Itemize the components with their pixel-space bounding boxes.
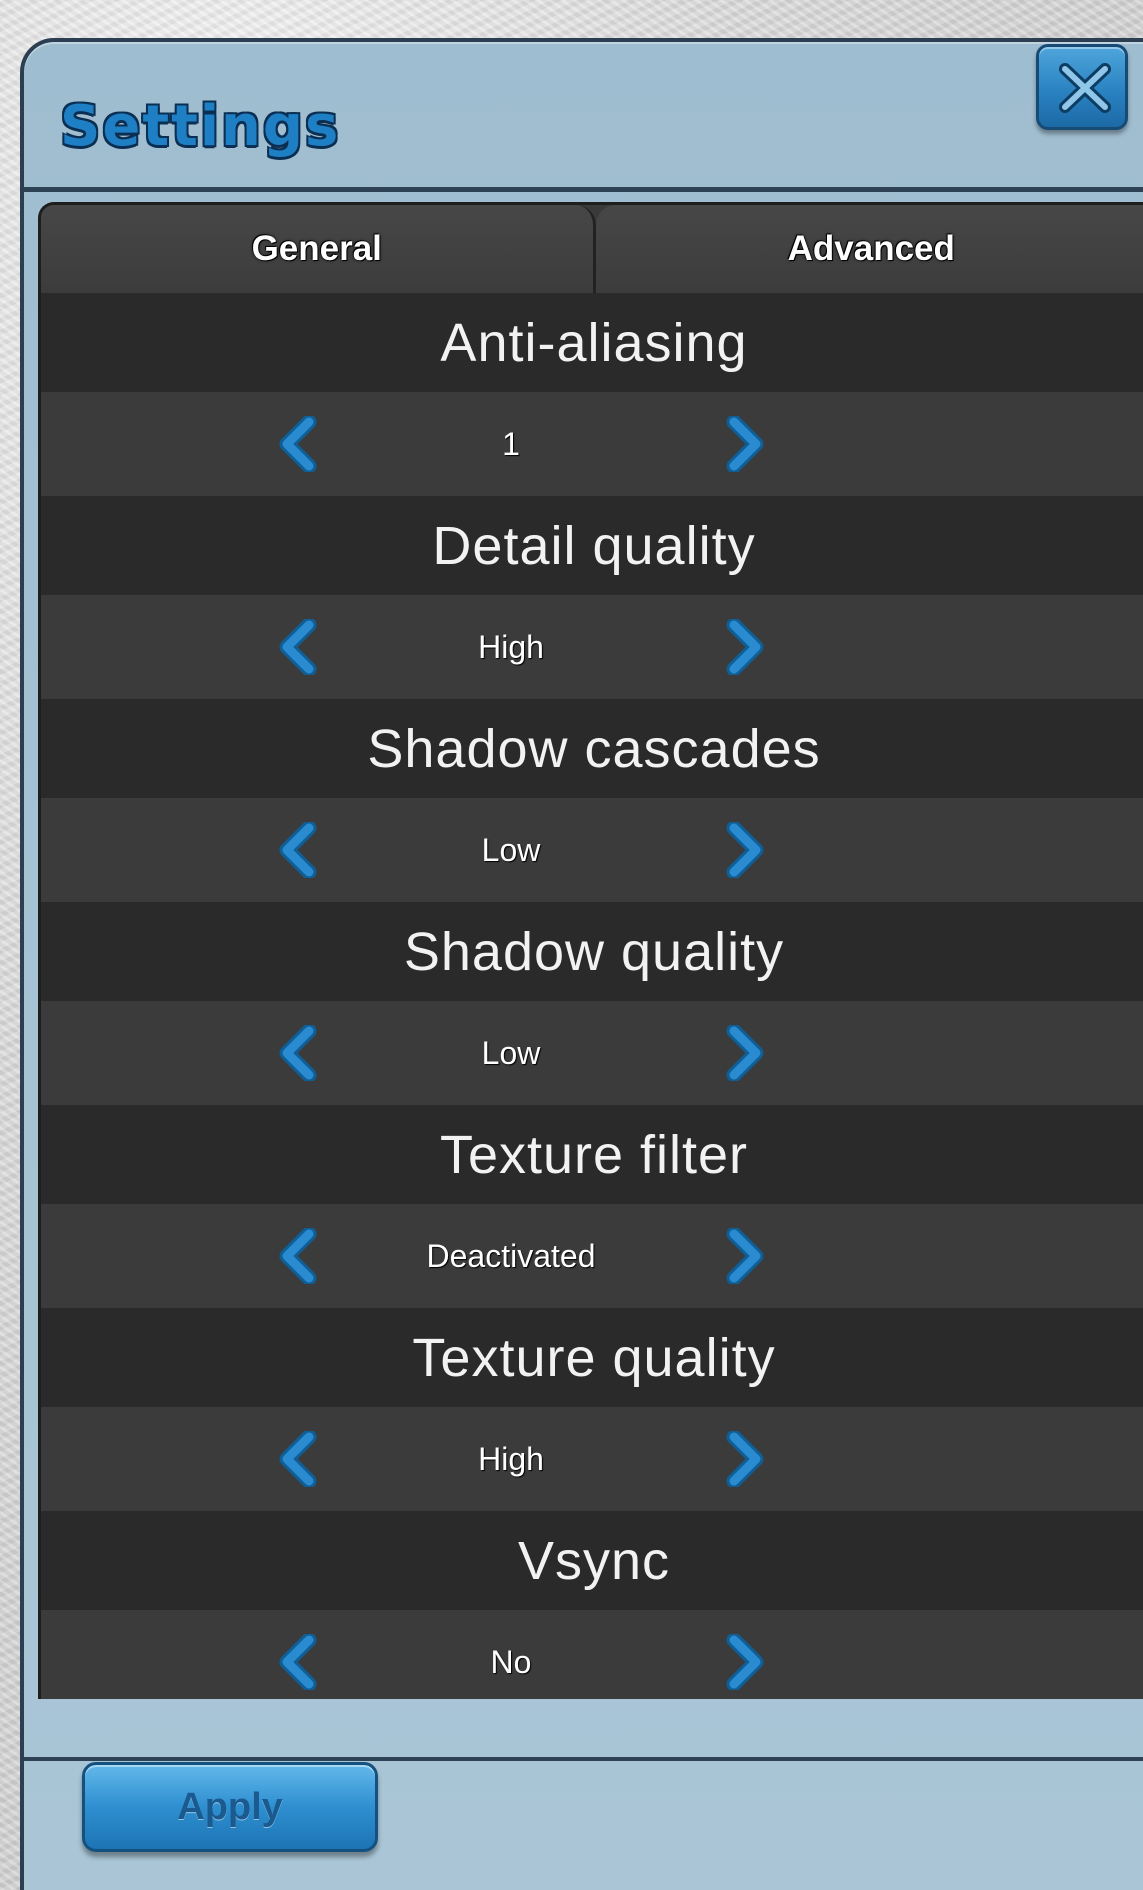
chevron-left-icon[interactable] (271, 619, 327, 675)
chevron-right-icon[interactable] (716, 416, 772, 472)
dialog-title: Settings (60, 94, 341, 159)
setting-control: Low (41, 798, 1143, 902)
setting-control: Deactivated (41, 1204, 1143, 1308)
setting-value: Deactivated (426, 1237, 596, 1274)
setting-value: High (478, 1440, 544, 1477)
footer-divider (24, 1757, 1143, 1761)
chevron-right-icon[interactable] (716, 1025, 772, 1081)
chevron-right-icon[interactable] (716, 1228, 772, 1284)
tab-advanced[interactable]: Advanced (595, 205, 1143, 293)
setting-value: 1 (502, 425, 520, 462)
setting-label: Anti-aliasing (41, 293, 1143, 392)
chevron-left-icon[interactable] (271, 1228, 327, 1284)
chevron-left-icon[interactable] (271, 1634, 327, 1690)
settings-dialog: Settings General Advanced Anti-aliasing … (20, 38, 1143, 1890)
setting-label: Detail quality (41, 496, 1143, 595)
setting-value: High (478, 628, 544, 665)
chevron-left-icon[interactable] (271, 416, 327, 472)
setting-label: Texture quality (41, 1308, 1143, 1407)
chevron-right-icon[interactable] (716, 822, 772, 878)
setting-detail-quality: Detail quality High (41, 496, 1143, 699)
setting-vsync: Vsync No (41, 1511, 1143, 1699)
chevron-right-icon[interactable] (716, 619, 772, 675)
chevron-left-icon[interactable] (271, 822, 327, 878)
setting-label: Shadow quality (41, 902, 1143, 1001)
chevron-left-icon[interactable] (271, 1431, 327, 1487)
close-button[interactable] (1036, 44, 1128, 130)
setting-shadow-quality: Shadow quality Low (41, 902, 1143, 1105)
chevron-right-icon[interactable] (716, 1431, 772, 1487)
setting-label: Vsync (41, 1511, 1143, 1610)
setting-label: Shadow cascades (41, 699, 1143, 798)
setting-value: Low (481, 831, 541, 868)
setting-value: No (490, 1643, 532, 1680)
chevron-right-icon[interactable] (716, 1634, 772, 1690)
settings-list: Anti-aliasing 1 Detail quality High Shad… (41, 293, 1143, 1699)
setting-label: Texture filter (41, 1105, 1143, 1204)
apply-button[interactable]: Apply (82, 1762, 378, 1852)
setting-control: High (41, 1407, 1143, 1511)
close-x-icon (1059, 63, 1111, 113)
chevron-left-icon[interactable] (271, 1025, 327, 1081)
setting-texture-quality: Texture quality High (41, 1308, 1143, 1511)
setting-control: No (41, 1610, 1143, 1699)
setting-control: 1 (41, 392, 1143, 496)
tab-bar: General Advanced (41, 205, 1143, 293)
setting-shadow-cascades: Shadow cascades Low (41, 699, 1143, 902)
tab-general[interactable]: General (41, 205, 596, 293)
settings-panel: General Advanced Anti-aliasing 1 Detail … (38, 202, 1143, 1699)
header-divider (24, 187, 1143, 192)
setting-value: Low (481, 1034, 541, 1071)
setting-texture-filter: Texture filter Deactivated (41, 1105, 1143, 1308)
setting-control: Low (41, 1001, 1143, 1105)
setting-anti-aliasing: Anti-aliasing 1 (41, 293, 1143, 496)
setting-control: High (41, 595, 1143, 699)
